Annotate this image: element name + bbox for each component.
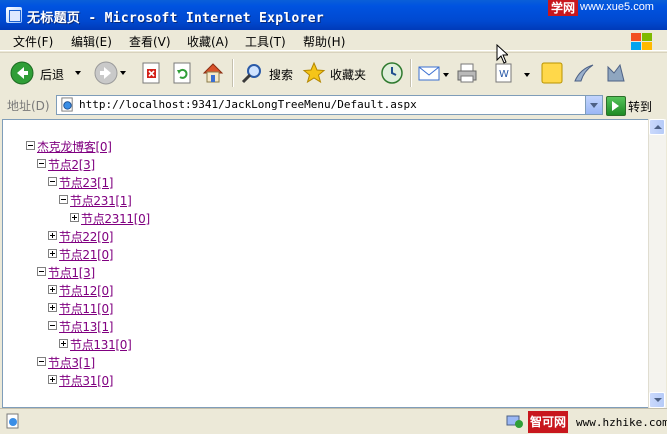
mail-dropdown-icon[interactable] <box>443 73 449 77</box>
tree-node-link[interactable]: 节点1[3] <box>48 264 95 281</box>
home-icon[interactable] <box>201 61 225 85</box>
address-dropdown-icon[interactable] <box>585 96 602 114</box>
standard-toolbar: 后退 搜索 收藏夹 W <box>0 52 667 94</box>
expand-icon[interactable] <box>70 213 79 222</box>
tree-node-link[interactable]: 节点3[1] <box>48 354 95 371</box>
watermark-url-bottom: www.hzhike.com <box>576 416 667 429</box>
collapse-icon[interactable] <box>37 267 46 276</box>
ie-page-icon <box>61 97 73 112</box>
search-label: 搜索 <box>269 68 294 82</box>
favorites-button[interactable]: 收藏夹 <box>302 59 374 87</box>
svg-text:W: W <box>499 69 509 80</box>
watermark-url: www.xue5.com <box>580 1 654 13</box>
tree-node-link[interactable]: 节点2[3] <box>48 156 95 173</box>
go-button[interactable]: 转到 <box>606 95 662 116</box>
tree-node-link[interactable]: 节点231[1] <box>70 192 132 209</box>
refresh-icon[interactable] <box>171 61 195 85</box>
tree-node-link[interactable]: 节点21[0] <box>59 246 113 263</box>
ie-window: 无标题页 - Microsoft Internet Explorer 学网 ww… <box>0 0 667 434</box>
menu-view[interactable]: 查看(V) <box>129 33 171 50</box>
expand-icon[interactable] <box>48 249 57 258</box>
go-arrow-icon <box>606 96 626 116</box>
expand-icon[interactable] <box>48 285 57 294</box>
expand-icon[interactable] <box>48 303 57 312</box>
page-content: 杰克龙博客[0] 节点2[3] 节点23[1] 节点231[1] 节点2311[0] 节点… <box>2 119 650 408</box>
history-icon[interactable] <box>380 61 404 85</box>
expand-icon[interactable] <box>48 375 57 384</box>
menu-bar: 文件(F) 编辑(E) 查看(V) 收藏(A) 工具(T) 帮助(H) <box>0 30 667 51</box>
print-icon[interactable] <box>455 61 479 85</box>
address-input[interactable]: http://localhost:9341/JackLongTreeMenu/D… <box>56 95 603 115</box>
collapse-icon[interactable] <box>26 141 35 150</box>
forward-button[interactable] <box>92 59 126 87</box>
discuss-icon[interactable] <box>540 61 564 85</box>
collapse-icon[interactable] <box>48 177 57 186</box>
tree-node-link[interactable]: 节点11[0] <box>59 300 113 317</box>
address-url: http://localhost:9341/JackLongTreeMenu/D… <box>79 98 417 111</box>
menu-help[interactable]: 帮助(H) <box>303 33 345 50</box>
address-bar: 地址(D) http://localhost:9341/JackLongTree… <box>0 93 667 117</box>
vertical-scrollbar[interactable] <box>648 119 666 408</box>
back-dropdown-icon[interactable] <box>75 71 81 75</box>
menu-edit[interactable]: 编辑(E) <box>71 33 112 50</box>
ie-page-icon <box>6 7 22 23</box>
edit-dropdown-icon[interactable] <box>524 73 530 77</box>
forward-dropdown-icon[interactable] <box>120 71 126 75</box>
tree-node-link[interactable]: 节点12[0] <box>59 282 113 299</box>
watermark-tag: 学网 <box>548 0 578 16</box>
tree-node-link[interactable]: 节点2311[0] <box>81 210 150 227</box>
mail-icon[interactable] <box>417 61 441 85</box>
collapse-icon[interactable] <box>48 321 57 330</box>
messenger-icon[interactable] <box>572 61 596 85</box>
back-arrow-icon <box>10 61 34 85</box>
back-label: 后退 <box>40 68 65 82</box>
title-bar[interactable]: 无标题页 - Microsoft Internet Explorer 学网 ww… <box>0 0 667 30</box>
address-label: 地址(D) <box>7 99 50 113</box>
tree-node-link[interactable]: 节点22[0] <box>59 228 113 245</box>
expand-icon[interactable] <box>59 339 68 348</box>
scroll-down-button[interactable] <box>649 392 665 408</box>
back-button[interactable]: 后退 <box>8 59 88 87</box>
favorites-star-icon <box>302 61 326 84</box>
forward-arrow-icon <box>94 61 118 85</box>
menu-file[interactable]: 文件(F) <box>13 33 53 50</box>
favorites-label: 收藏夹 <box>330 68 367 82</box>
window-title: 无标题页 - Microsoft Internet Explorer <box>27 11 324 26</box>
tree-node-link[interactable]: 节点13[1] <box>59 318 113 335</box>
page-done-icon <box>6 413 19 429</box>
mouse-cursor-icon <box>496 44 508 64</box>
local-intranet-icon <box>506 415 523 428</box>
go-label: 转到 <box>628 100 653 114</box>
edit-word-icon[interactable]: W <box>492 61 516 85</box>
menu-tools[interactable]: 工具(T) <box>245 33 286 50</box>
collapse-icon[interactable] <box>37 357 46 366</box>
research-icon[interactable] <box>604 61 628 85</box>
search-icon <box>241 64 261 84</box>
tree-node-link[interactable]: 杰克龙博客[0] <box>37 138 112 155</box>
menu-favorites[interactable]: 收藏(A) <box>187 33 229 50</box>
collapse-icon[interactable] <box>37 159 46 168</box>
collapse-icon[interactable] <box>59 195 68 204</box>
windows-logo-icon <box>631 33 653 51</box>
scroll-up-button[interactable] <box>649 119 665 135</box>
expand-icon[interactable] <box>48 231 57 240</box>
watermark-tag-bottom: 智可网 <box>528 411 568 433</box>
tree-node-link[interactable]: 节点131[0] <box>70 336 132 353</box>
tree-node-link[interactable]: 节点23[1] <box>59 174 113 191</box>
stop-icon[interactable] <box>140 61 164 85</box>
search-button[interactable]: 搜索 <box>238 59 298 87</box>
tree-node-link[interactable]: 节点31[0] <box>59 372 113 389</box>
